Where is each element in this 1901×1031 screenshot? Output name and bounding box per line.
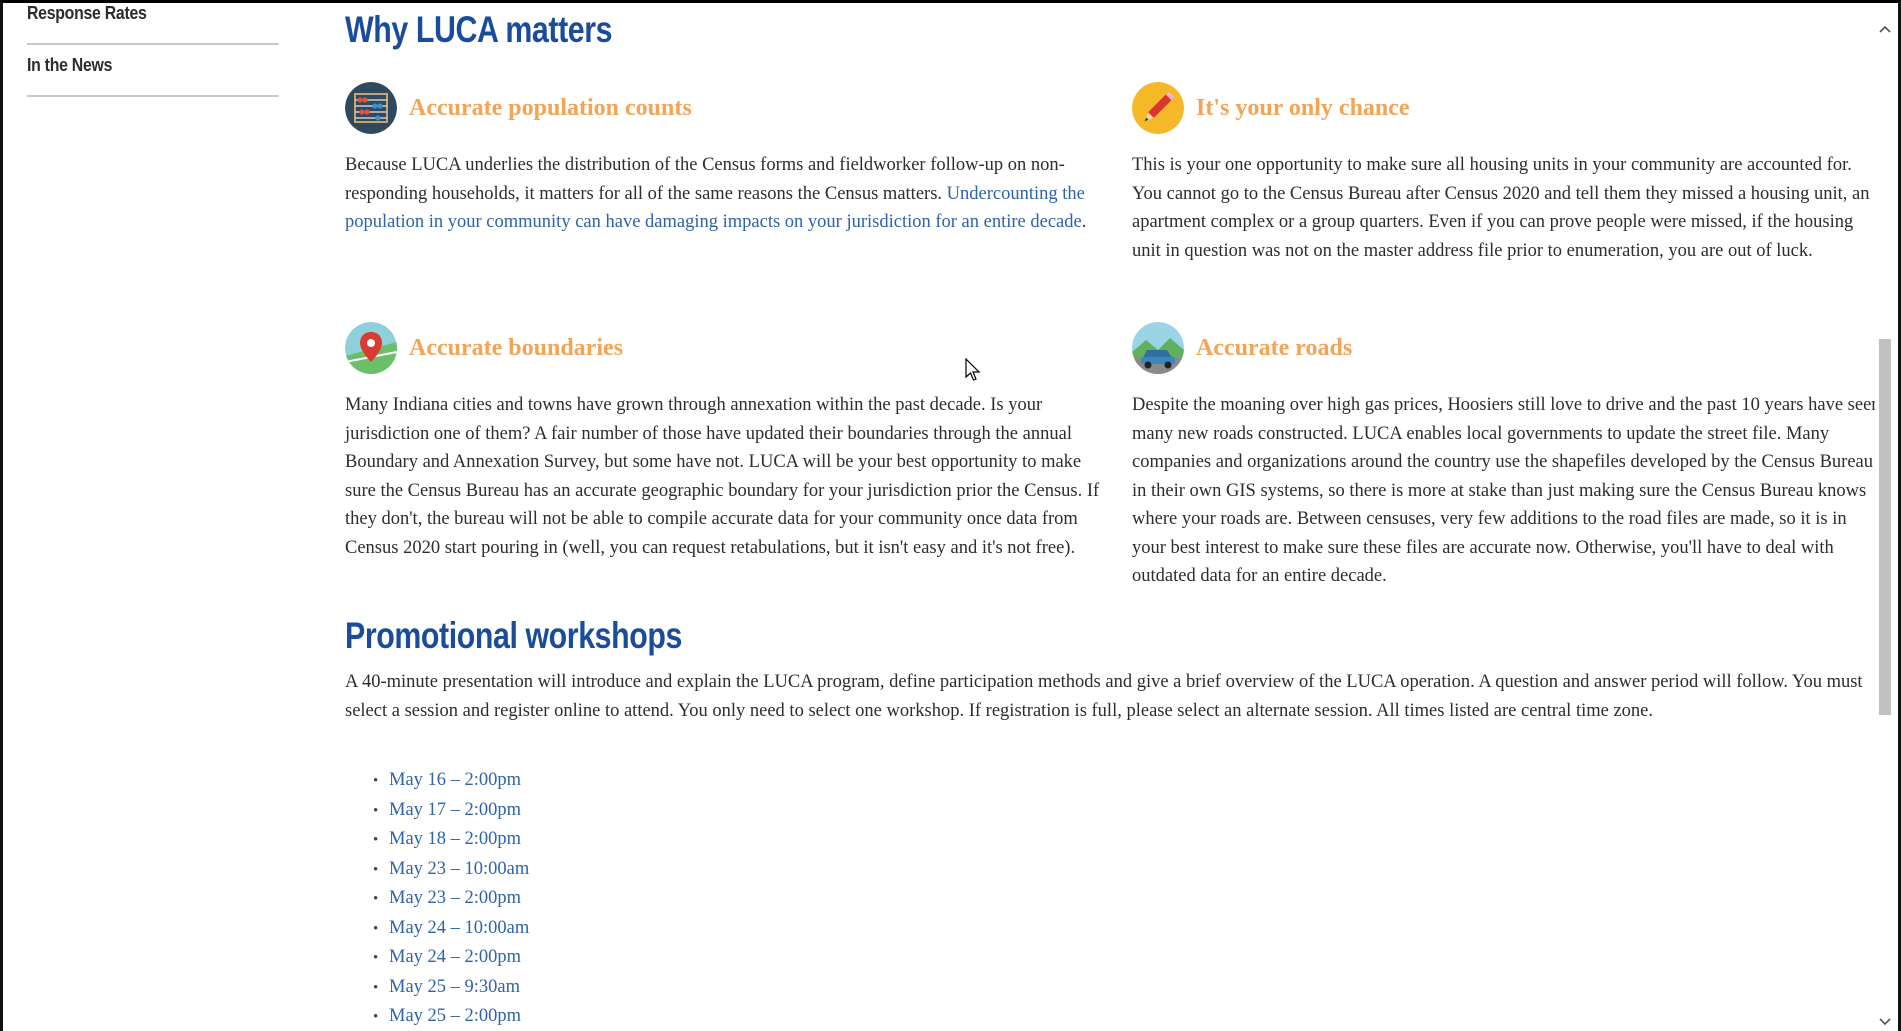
list-item: • May 23 – 10:00am: [373, 855, 529, 885]
session-link[interactable]: May 23 – 2:00pm: [389, 888, 521, 908]
list-item: • May 25 – 2:00pm: [373, 1002, 529, 1031]
why-luca-heading: Why LUCA matters: [345, 9, 613, 50]
list-item: • May 16 – 2:00pm: [373, 766, 529, 796]
bullet: •: [373, 832, 379, 848]
list-item: • May 24 – 10:00am: [373, 914, 529, 944]
bullet: •: [373, 920, 379, 937]
scroll-up-arrow-icon[interactable]: [1879, 23, 1891, 35]
browser-frame: Response Rates In the News Why LUCA matt…: [0, 0, 1901, 1031]
session-link[interactable]: May 23 – 10:00am: [389, 859, 529, 879]
feature-population: Accurate population counts Because LUCA …: [345, 81, 1105, 237]
session-link[interactable]: May 16 – 2:00pm: [389, 770, 521, 790]
mouse-pointer-icon: [965, 357, 981, 387]
sidebar-item-in-the-news[interactable]: In the News: [27, 45, 279, 97]
scrollbar-thumb[interactable]: [1879, 339, 1891, 715]
pencil-icon: [1132, 82, 1184, 134]
list-item: • May 23 – 2:00pm: [373, 884, 529, 914]
promotional-workshops-heading: Promotional workshops: [345, 615, 682, 656]
session-link[interactable]: May 17 – 2:00pm: [389, 800, 521, 820]
feature-header: Accurate population counts: [345, 81, 1105, 135]
list-item: • May 17 – 2:00pm: [373, 796, 529, 826]
map-pin-icon: [345, 322, 397, 374]
bullet: •: [373, 861, 379, 878]
session-list: • May 16 – 2:00pm • May 17 – 2:00pm • May 1…: [373, 766, 529, 1031]
feature-header: Accurate boundaries: [345, 321, 1105, 375]
list-item: • May 25 – 9:30am: [373, 973, 529, 1003]
feature-header: Accurate roads: [1132, 321, 1882, 375]
feature-roads: Accurate roads Despite the moaning over …: [1132, 321, 1882, 591]
bullet: •: [373, 950, 379, 966]
feature-boundaries: Accurate boundaries Many Indiana cities …: [345, 321, 1105, 562]
feature-title: Accurate boundaries: [409, 334, 623, 361]
bullet: •: [373, 802, 379, 819]
session-link[interactable]: May 25 – 9:30am: [389, 977, 520, 997]
feature-text: This is your one opportunity to make sur…: [1132, 155, 1870, 261]
bullet: •: [373, 773, 379, 789]
bullet: •: [373, 1009, 379, 1025]
link-suffix: .: [1081, 212, 1087, 232]
bullet: •: [373, 891, 379, 907]
feature-header: It's your only chance: [1132, 81, 1882, 135]
session-link[interactable]: May 24 – 2:00pm: [389, 947, 521, 967]
feature-text: Despite the moaning over high gas prices…: [1132, 395, 1881, 586]
list-item: • May 18 – 2:00pm: [373, 825, 529, 855]
abacus-icon: [345, 82, 397, 134]
session-link[interactable]: May 18 – 2:00pm: [389, 829, 521, 849]
session-link[interactable]: May 25 – 2:00pm: [389, 1006, 521, 1026]
sidebar: Response Rates In the News: [27, 3, 313, 97]
feature-text: Many Indiana cities and towns have grown…: [345, 395, 1100, 558]
feature-title: It's your only chance: [1196, 94, 1410, 121]
feature-title: Accurate population counts: [409, 94, 692, 121]
feature-only-chance: It's your only chance This is your one o…: [1132, 81, 1882, 265]
vertical-scrollbar[interactable]: [1875, 13, 1895, 1031]
promo-description: A 40-minute presentation will introduce …: [345, 672, 1863, 721]
list-item: • May 24 – 2:00pm: [373, 943, 529, 973]
car-icon: [1132, 322, 1184, 374]
session-link[interactable]: May 24 – 10:00am: [389, 918, 529, 938]
scroll-down-arrow-icon[interactable]: [1879, 1014, 1891, 1026]
sidebar-item-response-rates[interactable]: Response Rates: [27, 3, 279, 45]
feature-text: Because LUCA underlies the distribution …: [345, 151, 1105, 237]
feature-title: Accurate roads: [1196, 334, 1353, 361]
bullet: •: [373, 979, 379, 996]
